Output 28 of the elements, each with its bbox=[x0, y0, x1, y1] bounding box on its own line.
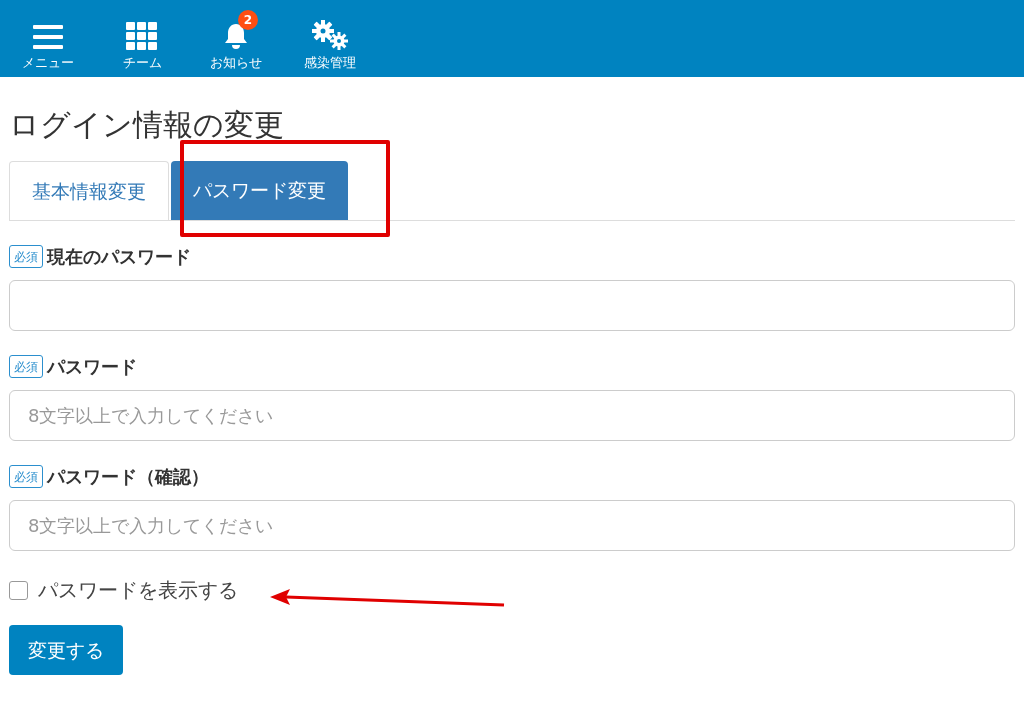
gears-icon bbox=[311, 20, 349, 50]
submit-button[interactable]: 変更する bbox=[9, 625, 123, 675]
page-title: ログイン情報の変更 bbox=[9, 106, 285, 144]
nav-button[interactable]: メニュー bbox=[8, 12, 88, 69]
password-field[interactable]: 8文字以上で入力してください bbox=[9, 390, 1015, 441]
grid-icon bbox=[126, 22, 158, 50]
menu-icon bbox=[33, 24, 63, 50]
nav-button[interactable]: 2 お知らせ bbox=[196, 10, 276, 69]
required-tag: 必須 bbox=[9, 245, 43, 268]
checkbox-label: パスワードを表示する bbox=[38, 577, 238, 604]
field-label: パスワード（確認） bbox=[47, 465, 209, 489]
password-field[interactable]: 8文字以上で入力してください bbox=[9, 500, 1015, 551]
required-tag: 必須 bbox=[9, 355, 43, 378]
nav-label: メニュー bbox=[22, 56, 74, 69]
nav-button[interactable]: チーム bbox=[102, 10, 182, 69]
bell-icon bbox=[223, 22, 249, 50]
password-field[interactable] bbox=[9, 280, 1015, 331]
required-tag: 必須 bbox=[9, 465, 43, 488]
field-label: 現在のパスワード bbox=[47, 245, 191, 269]
tab[interactable]: 基本情報変更 bbox=[9, 161, 169, 220]
nav-label: チーム bbox=[122, 56, 162, 69]
field-label: パスワード bbox=[47, 355, 137, 379]
tab[interactable]: パスワード変更 bbox=[171, 161, 348, 220]
nav-label: お知らせ bbox=[210, 56, 262, 69]
notification-badge: 2 bbox=[238, 10, 258, 30]
nav-label: 感染管理 bbox=[304, 56, 356, 69]
nav-button[interactable]: 感染管理 bbox=[290, 8, 370, 69]
checkbox[interactable] bbox=[9, 580, 28, 600]
